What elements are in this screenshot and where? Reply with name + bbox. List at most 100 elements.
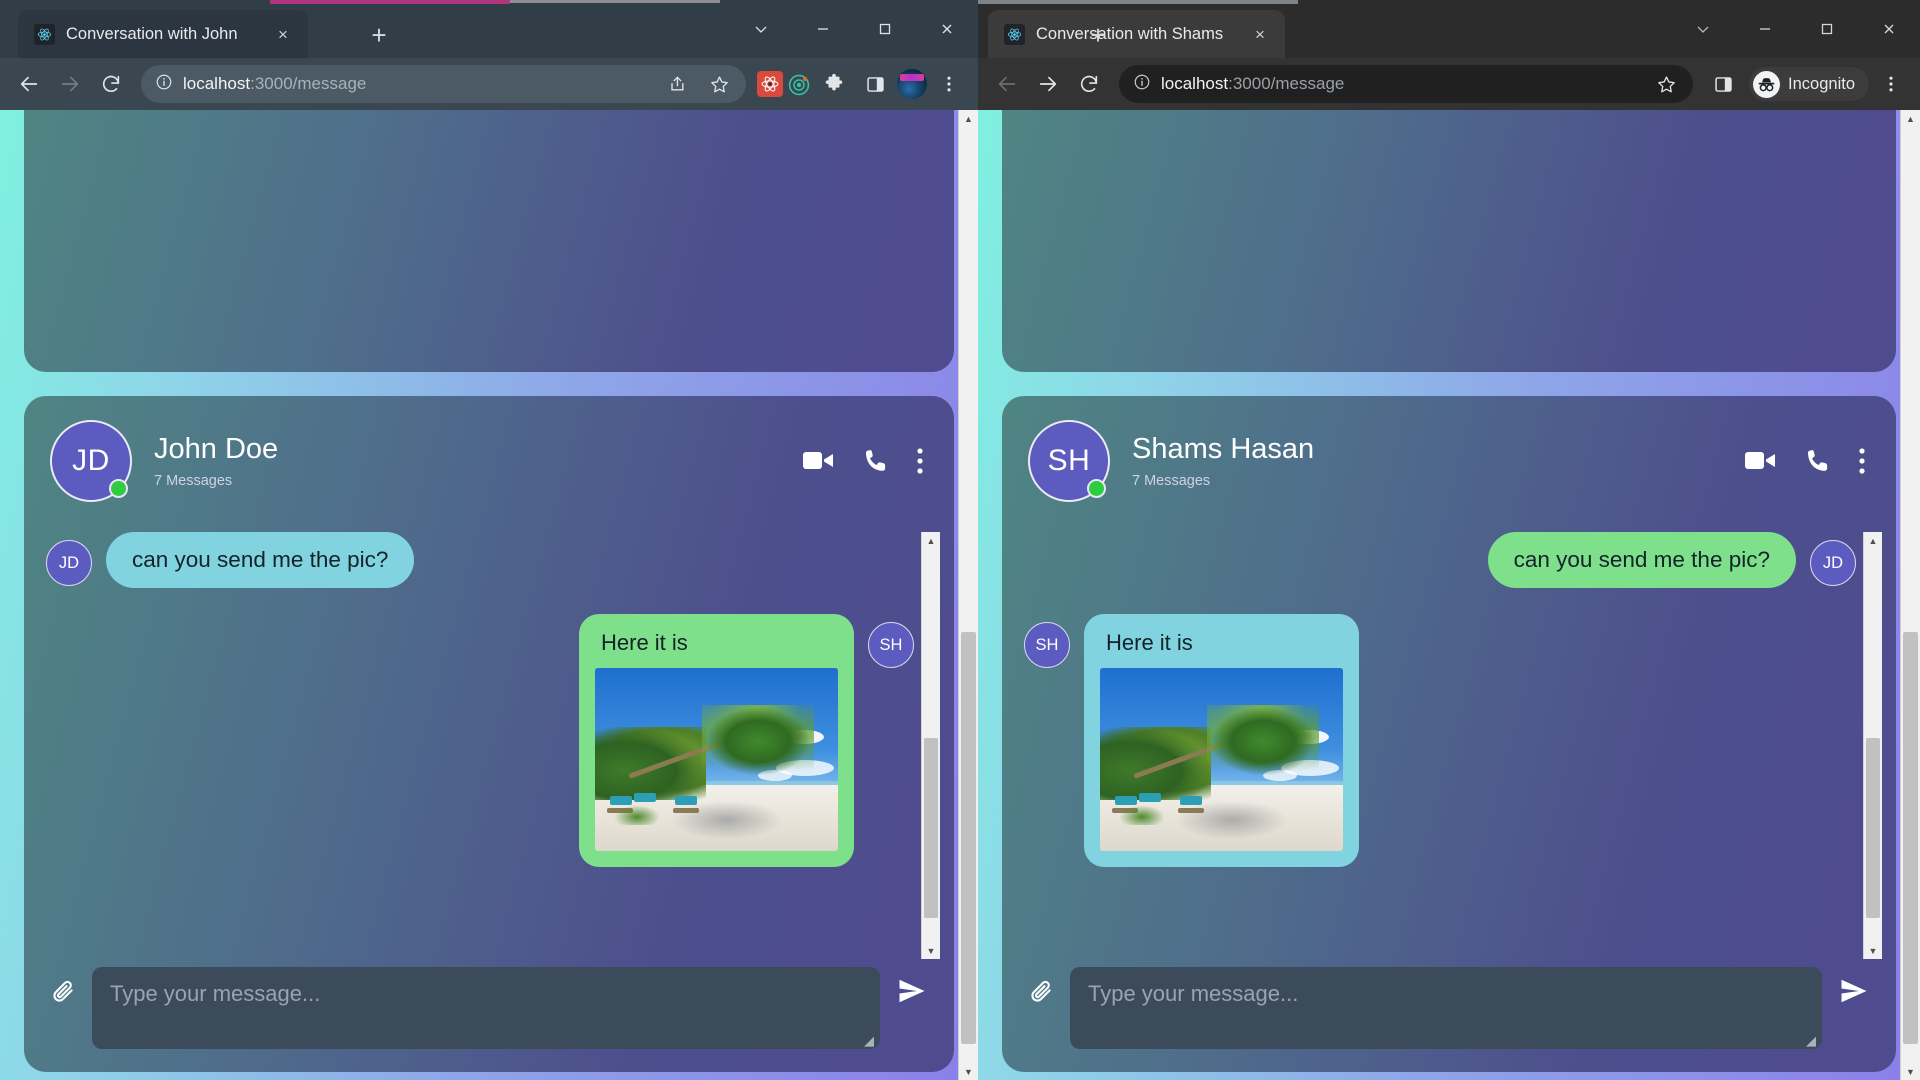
close-icon[interactable]: × bbox=[1249, 23, 1271, 45]
beach-palm-tree-photo[interactable] bbox=[595, 668, 838, 851]
contact-info: John Doe 7 Messages bbox=[154, 433, 278, 489]
more-options-icon[interactable] bbox=[1858, 447, 1866, 475]
maximize-button[interactable] bbox=[1796, 0, 1858, 58]
site-info-icon[interactable] bbox=[1133, 73, 1151, 96]
paperclip-icon[interactable] bbox=[1024, 975, 1058, 1009]
star-icon[interactable] bbox=[1647, 65, 1685, 103]
paperclip-icon[interactable] bbox=[46, 975, 80, 1009]
scrollbar-track[interactable] bbox=[1864, 549, 1882, 942]
side-panel-icon[interactable] bbox=[856, 65, 894, 103]
url-path: :3000/message bbox=[250, 74, 367, 93]
contact-info: Shams Hasan 7 Messages bbox=[1132, 433, 1314, 489]
scrollbar-thumb[interactable] bbox=[961, 632, 976, 1045]
scroll-down-arrow-icon[interactable]: ▼ bbox=[1901, 1063, 1920, 1080]
scrollbar-thumb[interactable] bbox=[1903, 632, 1918, 1045]
conversation-card-john: JD John Doe 7 Messages JD can you send m… bbox=[24, 396, 954, 1072]
message-row: Here it is SH bbox=[46, 614, 914, 867]
tab-strip-right: Conversation with Shams × + bbox=[978, 0, 1920, 58]
extensions-puzzle-icon[interactable] bbox=[815, 65, 853, 103]
window-edge-accent bbox=[978, 0, 1298, 4]
reload-icon[interactable] bbox=[1070, 65, 1108, 103]
incognito-indicator[interactable]: Incognito bbox=[1749, 67, 1869, 101]
page-title: Shams Hasan bbox=[1132, 433, 1315, 465]
video-call-icon[interactable] bbox=[1744, 448, 1778, 474]
chevron-down-icon[interactable] bbox=[1672, 0, 1734, 58]
close-window-button[interactable] bbox=[1858, 0, 1920, 58]
previous-conversation-card bbox=[24, 110, 954, 372]
new-tab-button[interactable]: + bbox=[1083, 20, 1113, 50]
minimize-button[interactable] bbox=[1734, 0, 1796, 58]
avatar-initials: JD bbox=[72, 444, 110, 477]
browser-toolbar-left: localhost:3000/message bbox=[0, 58, 978, 110]
phone-call-icon[interactable] bbox=[1804, 447, 1832, 475]
close-window-button[interactable] bbox=[916, 0, 978, 58]
target-extension-icon[interactable] bbox=[786, 71, 812, 97]
resize-handle[interactable]: ◢ bbox=[1806, 1033, 1816, 1049]
new-tab-button[interactable]: + bbox=[364, 20, 394, 50]
react-extension-icon[interactable] bbox=[757, 71, 783, 97]
chevron-down-icon[interactable] bbox=[730, 0, 792, 58]
tab-conversation-with-shams[interactable]: Conversation with Shams × bbox=[988, 10, 1285, 58]
send-icon[interactable] bbox=[1834, 971, 1874, 1011]
scrollbar-track[interactable] bbox=[1901, 127, 1920, 1063]
tab-conversation-with-john[interactable]: Conversation with John × bbox=[18, 10, 308, 58]
browser-menu-icon[interactable] bbox=[930, 65, 968, 103]
page-scrollbar-right[interactable]: ▲ ▼ bbox=[1900, 110, 1920, 1080]
react-icon bbox=[34, 23, 55, 45]
message-input-wrapper: ◢ bbox=[92, 967, 880, 1054]
share-icon[interactable] bbox=[658, 65, 696, 103]
back-arrow-icon[interactable] bbox=[10, 65, 48, 103]
forward-arrow-icon[interactable] bbox=[1029, 65, 1067, 103]
message-scrollbar[interactable]: ▲ ▼ bbox=[921, 532, 940, 959]
scroll-down-arrow-icon[interactable]: ▼ bbox=[959, 1063, 978, 1080]
react-icon bbox=[1004, 23, 1025, 45]
scrollbar-thumb[interactable] bbox=[1866, 737, 1880, 919]
reload-icon[interactable] bbox=[92, 65, 130, 103]
previous-conversation-card bbox=[1002, 110, 1896, 372]
avatar: JD bbox=[50, 420, 132, 502]
maximize-button[interactable] bbox=[854, 0, 916, 58]
online-status-dot bbox=[109, 479, 128, 498]
scroll-up-arrow-icon[interactable]: ▲ bbox=[922, 532, 940, 549]
profile-avatar-icon[interactable] bbox=[897, 69, 927, 99]
star-icon[interactable] bbox=[700, 65, 738, 103]
chat-header-actions bbox=[802, 447, 924, 475]
scroll-up-arrow-icon[interactable]: ▲ bbox=[1864, 532, 1882, 549]
back-arrow-icon[interactable] bbox=[988, 65, 1026, 103]
scrollbar-track[interactable] bbox=[922, 549, 940, 942]
message-composer-shams: ◢ bbox=[1002, 959, 1896, 1072]
message-row: can you send me the pic? JD bbox=[1024, 532, 1856, 588]
tab-strip-left: Conversation with John × + bbox=[0, 0, 978, 58]
message-scrollbar[interactable]: ▲ ▼ bbox=[1863, 532, 1882, 959]
side-panel-icon[interactable] bbox=[1704, 65, 1742, 103]
message-input[interactable] bbox=[1070, 967, 1822, 1049]
minimize-button[interactable] bbox=[792, 0, 854, 58]
message-bubble-with-image: Here it is bbox=[579, 614, 854, 867]
forward-arrow-icon[interactable] bbox=[51, 65, 89, 103]
send-icon[interactable] bbox=[892, 971, 932, 1011]
address-bar-right[interactable]: localhost:3000/message bbox=[1119, 65, 1694, 103]
phone-call-icon[interactable] bbox=[862, 447, 890, 475]
message-input[interactable] bbox=[92, 967, 880, 1049]
scroll-down-arrow-icon[interactable]: ▼ bbox=[1864, 942, 1882, 959]
scroll-down-arrow-icon[interactable]: ▼ bbox=[922, 942, 940, 959]
more-options-icon[interactable] bbox=[916, 447, 924, 475]
close-icon[interactable]: × bbox=[272, 23, 294, 45]
message-text: Here it is bbox=[1106, 630, 1193, 655]
browser-menu-icon[interactable] bbox=[1872, 65, 1910, 103]
resize-handle[interactable]: ◢ bbox=[864, 1033, 874, 1049]
address-bar-left[interactable]: localhost:3000/message bbox=[141, 65, 746, 103]
scroll-up-arrow-icon[interactable]: ▲ bbox=[959, 110, 978, 127]
scrollbar-thumb[interactable] bbox=[924, 737, 938, 919]
conversation-card-shams: SH Shams Hasan 7 Messages can you send m… bbox=[1002, 396, 1896, 1072]
message-list-john: JD can you send me the pic? Here it is S… bbox=[24, 524, 954, 959]
beach-palm-tree-photo[interactable] bbox=[1100, 668, 1343, 851]
page-scrollbar-left[interactable]: ▲ ▼ bbox=[958, 110, 978, 1080]
page-viewport-right: SH Shams Hasan 7 Messages can you send m… bbox=[978, 110, 1920, 1080]
site-info-icon[interactable] bbox=[155, 73, 173, 96]
video-call-icon[interactable] bbox=[802, 448, 836, 474]
message-composer-john: ◢ bbox=[24, 959, 954, 1072]
scrollbar-track[interactable] bbox=[959, 127, 978, 1063]
scroll-up-arrow-icon[interactable]: ▲ bbox=[1901, 110, 1920, 127]
message-list-shams: can you send me the pic? JD SH Here it i… bbox=[1002, 524, 1896, 959]
